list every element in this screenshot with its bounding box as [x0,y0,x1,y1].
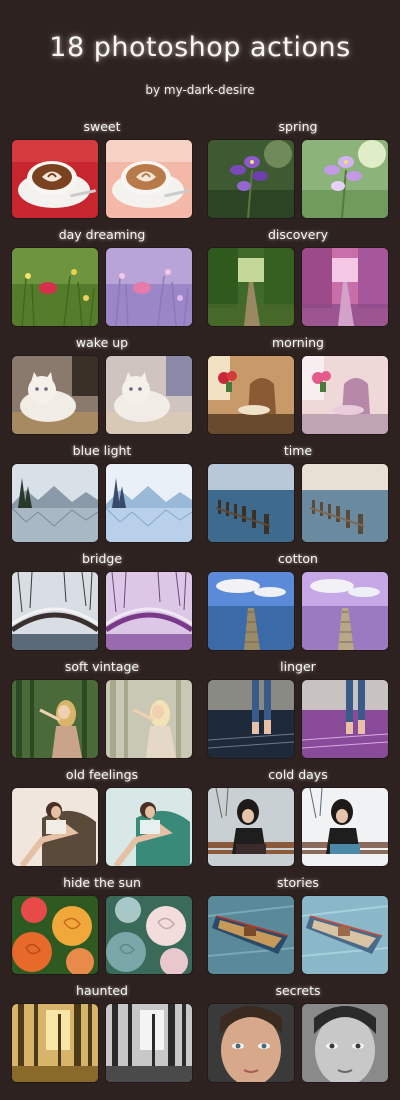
action-wake-up: wake up [12,334,192,434]
action-label: cotton [278,551,318,566]
action-discovery: discovery [208,226,388,326]
before-photo [208,572,294,650]
before-photo [208,248,294,326]
action-label: old feelings [65,767,139,782]
after-photo [106,140,192,218]
action-label: discovery [267,227,329,242]
action-label: blue light [72,443,132,458]
action-label: cold days [268,767,328,782]
after-photo [106,572,192,650]
before-photo [12,464,98,542]
before-photo [12,572,98,650]
action-bridge: bridge [12,550,192,650]
before-photo [208,356,294,434]
after-photo [106,680,192,758]
action-label: linger [280,659,316,674]
action-label: hide the sun [63,875,141,890]
after-photo [106,896,192,974]
action-label: stories [277,875,319,890]
header: 18 photoshop actions by my-dark-desire [0,0,400,108]
action-time: time [208,442,388,542]
before-photo [208,1004,294,1082]
action-label: soft vintage [64,659,140,674]
action-old-feelings: old feelings [12,766,192,866]
before-photo [208,680,294,758]
before-photo [12,248,98,326]
after-photo [106,1004,192,1082]
action-cotton: cotton [208,550,388,650]
after-photo [302,896,388,974]
after-photo [302,140,388,218]
action-label: bridge [81,551,123,566]
action-label: sweet [83,119,121,134]
before-photo [12,1004,98,1082]
page-title: 18 photoshop actions [49,32,351,63]
action-spring: spring [208,118,388,218]
before-photo [208,140,294,218]
action-day-dreaming: day dreaming [12,226,192,326]
before-photo [12,356,98,434]
after-photo [302,788,388,866]
before-photo [12,140,98,218]
after-photo [302,572,388,650]
action-secrets: secrets [208,982,388,1082]
before-photo [12,788,98,866]
after-photo [302,356,388,434]
after-photo [106,788,192,866]
after-photo [106,248,192,326]
action-hide-the-sun: hide the sun [12,874,192,974]
before-photo [208,464,294,542]
after-photo [302,1004,388,1082]
action-cold-days: cold days [208,766,388,866]
after-photo [302,464,388,542]
action-label: spring [278,119,318,134]
action-blue-light: blue light [12,442,192,542]
action-label: morning [272,335,324,350]
action-label: day dreaming [58,227,146,242]
action-soft-vintage: soft vintage [12,658,192,758]
action-morning: morning [208,334,388,434]
after-photo [106,464,192,542]
action-stories: stories [208,874,388,974]
action-label: secrets [275,983,321,998]
after-photo [302,680,388,758]
action-label: time [283,443,313,458]
action-sweet: sweet [12,118,192,218]
before-photo [12,680,98,758]
action-linger: linger [208,658,388,758]
author-byline: by my-dark-desire [145,83,255,97]
before-photo [208,788,294,866]
action-haunted: haunted [12,982,192,1082]
after-photo [106,356,192,434]
before-photo [208,896,294,974]
after-photo [302,248,388,326]
action-label: wake up [75,335,129,350]
action-label: haunted [76,983,128,998]
before-photo [12,896,98,974]
